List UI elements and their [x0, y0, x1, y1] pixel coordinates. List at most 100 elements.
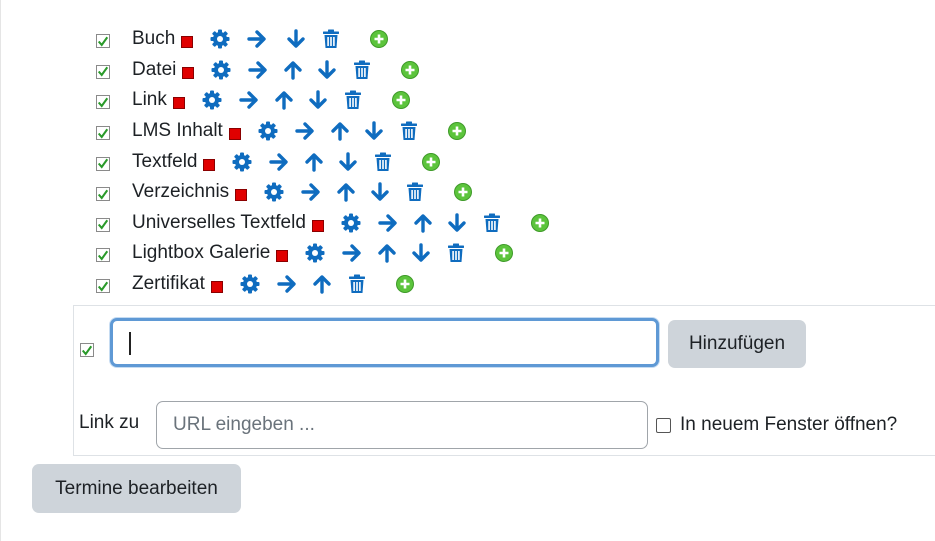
red-square-icon: [182, 66, 195, 79]
list-item: Universelles Textfeld: [96, 208, 549, 239]
arrow-down-icon[interactable]: [411, 243, 431, 263]
arrow-right-icon[interactable]: [248, 60, 268, 80]
red-square-icon: [311, 219, 324, 232]
arrow-right-icon[interactable]: [301, 182, 321, 202]
arrow-down-icon[interactable]: [364, 121, 384, 141]
checked-checkbox-icon[interactable]: [96, 248, 110, 263]
gear-icon[interactable]: [264, 182, 284, 202]
checked-checkbox-icon[interactable]: [96, 126, 110, 141]
list-item: Zertifikat: [96, 269, 549, 300]
new-window-option[interactable]: In neuem Fenster öffnen?: [656, 414, 897, 436]
arrow-right-icon[interactable]: [277, 274, 297, 294]
item-list: Buch Datei Link LMS Inhalt Textfeld Verz…: [96, 24, 549, 299]
arrow-right-icon[interactable]: [247, 29, 267, 49]
left-border: [0, 0, 1, 541]
checked-checkbox-icon[interactable]: [96, 156, 110, 171]
item-label: Lightbox Galerie: [132, 242, 271, 264]
item-label: Zertifikat: [132, 273, 205, 295]
plus-circle-icon[interactable]: [447, 122, 466, 141]
gear-icon[interactable]: [210, 29, 230, 49]
checked-checkbox-icon[interactable]: [96, 217, 110, 232]
item-label: Datei: [132, 58, 177, 80]
url-input[interactable]: URL eingeben ...: [156, 401, 648, 449]
red-square-icon: [181, 36, 194, 49]
item-name-input[interactable]: [110, 318, 659, 367]
new-window-label: In neuem Fenster öffnen?: [680, 414, 898, 435]
checked-checkbox-icon[interactable]: [96, 34, 110, 49]
add-item-panel: Hinzufügen Link zu URL eingeben ... In n…: [73, 305, 935, 456]
arrow-down-icon[interactable]: [308, 90, 328, 110]
arrow-right-icon[interactable]: [269, 152, 289, 172]
checked-checkbox-icon[interactable]: [96, 95, 110, 110]
trash-icon[interactable]: [322, 29, 340, 49]
red-square-icon: [210, 281, 223, 294]
checked-checkbox-icon[interactable]: [96, 64, 110, 79]
arrow-down-icon[interactable]: [370, 182, 390, 202]
red-square-icon: [228, 128, 241, 141]
list-item: Buch: [96, 24, 549, 55]
arrow-down-icon[interactable]: [286, 29, 306, 49]
gear-icon[interactable]: [232, 152, 252, 172]
plus-circle-icon[interactable]: [422, 152, 441, 171]
plus-circle-icon[interactable]: [395, 275, 414, 294]
url-placeholder: URL eingeben ...: [173, 414, 315, 435]
arrow-up-icon[interactable]: [413, 213, 433, 233]
item-label: Link: [132, 89, 167, 111]
arrow-right-icon[interactable]: [239, 90, 259, 110]
checked-checkbox-icon[interactable]: [80, 343, 94, 357]
arrow-down-icon[interactable]: [447, 213, 467, 233]
item-label: Verzeichnis: [132, 181, 230, 203]
plus-circle-icon[interactable]: [391, 91, 410, 110]
checked-checkbox-icon[interactable]: [96, 279, 110, 294]
trash-icon[interactable]: [483, 213, 501, 233]
new-window-checkbox[interactable]: [656, 417, 671, 433]
arrow-up-icon[interactable]: [336, 182, 356, 202]
trash-icon[interactable]: [400, 121, 418, 141]
gear-icon[interactable]: [258, 121, 278, 141]
arrow-down-icon[interactable]: [338, 151, 358, 172]
arrow-right-icon[interactable]: [378, 213, 398, 233]
red-square-icon: [172, 97, 185, 110]
list-item: Textfeld: [96, 146, 549, 177]
arrow-up-icon[interactable]: [330, 121, 350, 141]
item-label: Textfeld: [132, 150, 198, 172]
red-square-icon: [235, 189, 248, 202]
trash-icon[interactable]: [344, 90, 362, 110]
list-item: Link: [96, 85, 549, 116]
gear-icon[interactable]: [202, 90, 222, 110]
list-item: Verzeichnis: [96, 177, 549, 208]
trash-icon[interactable]: [406, 182, 424, 202]
plus-circle-icon[interactable]: [454, 183, 473, 202]
item-label: Universelles Textfeld: [132, 211, 306, 233]
arrow-right-icon[interactable]: [295, 121, 315, 141]
edit-dates-button[interactable]: Termine bearbeiten: [32, 464, 241, 513]
plus-circle-icon[interactable]: [370, 30, 389, 49]
plus-circle-icon[interactable]: [401, 60, 420, 79]
red-square-icon: [276, 250, 289, 263]
arrow-up-icon[interactable]: [377, 243, 397, 264]
list-item: Lightbox Galerie: [96, 238, 549, 269]
checked-checkbox-icon[interactable]: [96, 187, 110, 202]
plus-circle-icon[interactable]: [530, 213, 549, 232]
gear-icon[interactable]: [341, 213, 361, 233]
item-label: Buch: [132, 28, 176, 50]
trash-icon[interactable]: [374, 152, 392, 172]
arrow-up-icon[interactable]: [304, 152, 324, 172]
gear-icon[interactable]: [211, 60, 231, 80]
trash-icon[interactable]: [447, 243, 465, 263]
arrow-up-icon[interactable]: [274, 90, 294, 111]
trash-icon[interactable]: [353, 60, 371, 80]
red-square-icon: [203, 158, 216, 171]
gear-icon[interactable]: [240, 274, 260, 294]
gear-icon[interactable]: [305, 243, 325, 263]
arrow-down-icon[interactable]: [317, 60, 337, 80]
arrow-up-icon[interactable]: [283, 60, 303, 80]
trash-icon[interactable]: [348, 274, 366, 294]
arrow-up-icon[interactable]: [312, 274, 332, 294]
text-caret: [129, 332, 131, 355]
link-to-label: Link zu: [79, 412, 140, 433]
add-button[interactable]: Hinzufügen: [668, 320, 806, 368]
plus-circle-icon[interactable]: [495, 244, 514, 263]
arrow-right-icon[interactable]: [342, 243, 362, 263]
list-item: LMS Inhalt: [96, 116, 549, 147]
